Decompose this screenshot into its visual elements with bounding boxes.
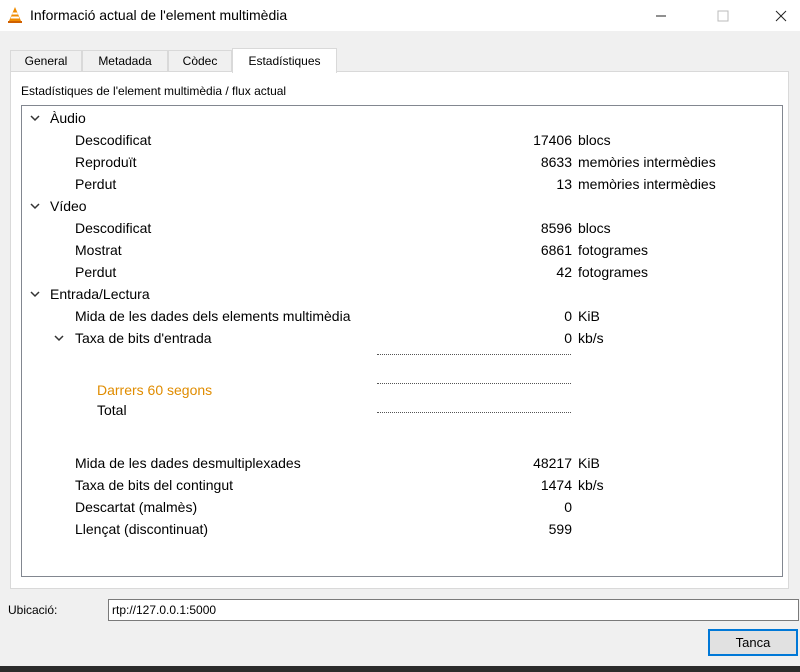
taskbar-strip <box>0 666 800 672</box>
minimize-icon <box>656 15 666 16</box>
tree-group-input[interactable]: Entrada/Lectura <box>50 284 150 304</box>
video-decoded-value: 8596 <box>540 220 572 236</box>
discarded-value: 0 <box>564 499 572 515</box>
chevron-down-icon[interactable] <box>29 200 41 212</box>
graph-top-line <box>377 354 571 355</box>
title-bar: Informació actual de l'element multimèdi… <box>0 0 800 31</box>
close-button[interactable]: Tanca <box>708 629 798 656</box>
tab-general[interactable]: General <box>10 50 82 71</box>
graph-legend-total: Total <box>97 402 127 418</box>
input-bitrate-label[interactable]: Taxa de bits d'entrada <box>75 328 212 348</box>
content-bitrate-unit: kb/s <box>578 477 604 493</box>
audio-decoded-unit: blocs <box>578 132 611 148</box>
video-displayed-value: 6861 <box>540 242 572 258</box>
video-displayed-unit: fotogrames <box>578 242 649 258</box>
chevron-down-icon[interactable] <box>53 332 65 344</box>
demuxed-size-value: 48217 <box>533 455 572 471</box>
graph-legend-last60: Darrers 60 segons <box>97 382 213 398</box>
audio-lost-label: Perdut <box>75 176 117 192</box>
input-read-size-unit: KiB <box>578 308 600 324</box>
audio-played-unit: memòries intermèdies <box>578 154 716 170</box>
video-decoded-unit: blocs <box>578 220 611 236</box>
close-window-button[interactable] <box>758 0 800 31</box>
tab-metadata[interactable]: Metadada <box>82 50 168 71</box>
video-decoded-label: Descodificat <box>75 220 152 236</box>
content-bitrate-label: Taxa de bits del contingut <box>75 477 233 493</box>
video-displayed-label: Mostrat <box>75 242 122 258</box>
video-lost-unit: fotogrames <box>578 264 649 280</box>
location-label: Ubicació: <box>8 603 58 617</box>
audio-decoded-label: Descodificat <box>75 132 152 148</box>
dropped-value: 599 <box>548 521 572 537</box>
tab-statistics[interactable]: Estadístiques <box>232 48 337 73</box>
maximize-button[interactable] <box>700 0 746 31</box>
demuxed-size-unit: KiB <box>578 455 600 471</box>
demuxed-size-label: Mida de les dades desmultiplexades <box>75 455 301 471</box>
maximize-icon <box>717 10 729 21</box>
tree-group-audio[interactable]: Àudio <box>50 108 86 128</box>
tree-group-video[interactable]: Vídeo <box>50 196 87 216</box>
statistics-tree[interactable]: Àudio Descodificat 17406 blocs Reproduït… <box>21 105 783 577</box>
dropped-label: Llençat (discontinuat) <box>75 521 209 537</box>
close-icon <box>775 10 787 21</box>
content-bitrate-value: 1474 <box>540 477 572 493</box>
window-title: Informació actual de l'element multimèdi… <box>30 7 288 23</box>
audio-played-label: Reproduït <box>75 154 137 170</box>
panel-heading: Estadístiques de l'element multimèdia / … <box>21 84 287 98</box>
chevron-down-icon[interactable] <box>29 288 41 300</box>
minimize-button[interactable] <box>638 0 684 31</box>
video-lost-value: 42 <box>556 264 572 280</box>
discarded-label: Descartat (malmès) <box>75 499 198 515</box>
audio-lost-value: 13 <box>556 176 572 192</box>
input-bitrate-value: 0 <box>564 330 572 346</box>
audio-decoded-value: 17406 <box>533 132 572 148</box>
audio-played-value: 8633 <box>540 154 572 170</box>
video-lost-label: Perdut <box>75 264 117 280</box>
vlc-cone-icon <box>8 7 22 23</box>
input-read-size-value: 0 <box>564 308 572 324</box>
input-bitrate-unit: kb/s <box>578 330 604 346</box>
graph-middle-line <box>377 383 571 384</box>
input-read-size-label: Mida de les dades dels elements multimèd… <box>75 308 351 324</box>
location-field[interactable] <box>108 599 799 621</box>
audio-lost-unit: memòries intermèdies <box>578 176 716 192</box>
graph-bottom-line <box>377 412 571 413</box>
chevron-down-icon[interactable] <box>29 112 41 124</box>
tab-codec[interactable]: Còdec <box>168 50 232 71</box>
